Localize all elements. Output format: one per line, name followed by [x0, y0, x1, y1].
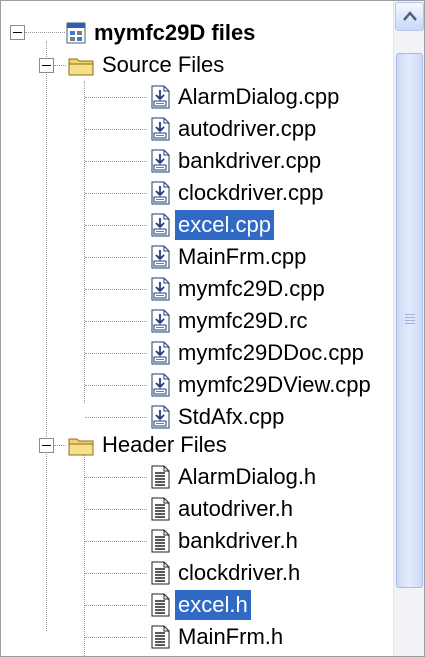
- file-label: autodriver.cpp: [178, 116, 317, 141]
- tree-line: [85, 637, 147, 638]
- cpp-file-icon: [151, 213, 170, 237]
- file-label: MainFrm.cpp: [178, 244, 307, 269]
- tree-line: [85, 97, 147, 98]
- file-item[interactable]: autodriver.h: [149, 493, 296, 525]
- header-file-icon: [151, 561, 170, 585]
- folder-source-files[interactable]: Source Files: [67, 49, 227, 81]
- tree-line: [54, 65, 66, 66]
- file-item[interactable]: AlarmDialog.h: [149, 461, 319, 493]
- tree-line: [85, 509, 147, 510]
- file-item[interactable]: mymfc29DDoc.cpp: [149, 337, 367, 369]
- vertical-scrollbar[interactable]: [393, 1, 424, 656]
- source-files-collapse-toggle[interactable]: [39, 58, 54, 73]
- tree-line: [85, 573, 147, 574]
- cpp-file-icon: [151, 181, 170, 205]
- cpp-file-icon: [151, 85, 170, 109]
- file-label: StdAfx.cpp: [178, 404, 285, 429]
- tree-root[interactable]: mymfc29D files: [65, 17, 258, 49]
- tree-line: [54, 445, 66, 446]
- tree-line: [85, 193, 147, 194]
- file-label: bankdriver.h: [178, 528, 298, 553]
- header-file-icon: [151, 625, 170, 649]
- header-file-icon: [151, 593, 170, 617]
- file-label: AlarmDialog.cpp: [178, 84, 340, 109]
- tree-line: [85, 161, 147, 162]
- file-item[interactable]: excel.cpp: [149, 209, 274, 241]
- file-label: mymfc29DView.cpp: [178, 372, 371, 397]
- selected-file-label: excel.h: [175, 590, 251, 620]
- tree-line: [85, 385, 147, 386]
- folder-icon: [68, 438, 94, 456]
- tree-line: [85, 353, 147, 354]
- scrollbar-thumb[interactable]: [396, 53, 423, 588]
- root-label: mymfc29D files: [94, 20, 256, 45]
- cpp-file-icon: [151, 277, 170, 301]
- file-label: mymfc29DDoc.cpp: [178, 340, 364, 365]
- file-item[interactable]: bankdriver.cpp: [149, 145, 324, 177]
- folder-header-files[interactable]: Header Files: [67, 429, 230, 461]
- file-item[interactable]: MainFrm.h: [149, 621, 286, 653]
- tree-line: [85, 321, 147, 322]
- tree-line: [85, 129, 147, 130]
- tree-line: [25, 32, 65, 33]
- header-files-collapse-toggle[interactable]: [39, 438, 54, 453]
- tree-line: [85, 541, 147, 542]
- file-label: AlarmDialog.h: [178, 464, 317, 489]
- file-item[interactable]: AlarmDialog.cpp: [149, 81, 342, 113]
- file-item[interactable]: mymfc29D.rc: [149, 305, 311, 337]
- file-label: MainFrm.h: [178, 624, 284, 649]
- tree-line: [85, 289, 147, 290]
- cpp-file-icon: [151, 341, 170, 365]
- root-collapse-toggle[interactable]: [10, 25, 25, 40]
- file-label: clockdriver.h: [178, 560, 301, 585]
- project-icon: [66, 22, 86, 44]
- cpp-file-icon: [151, 405, 170, 429]
- file-item[interactable]: mymfc29D.cpp: [149, 273, 328, 305]
- tree-line: [85, 225, 147, 226]
- tree-line: [85, 417, 147, 418]
- folder-icon: [68, 58, 94, 76]
- scroll-up-button[interactable]: [395, 2, 424, 31]
- tree-line: [85, 605, 147, 606]
- tree-line: [85, 477, 147, 478]
- file-item[interactable]: autodriver.cpp: [149, 113, 319, 145]
- file-item[interactable]: clockdriver.h: [149, 557, 303, 589]
- header-file-icon: [151, 497, 170, 521]
- file-view-panel: mymfc29D files Source Files AlarmDialog.…: [0, 0, 425, 657]
- file-label: autodriver.h: [178, 496, 293, 521]
- file-label: mymfc29D.rc: [178, 308, 308, 333]
- cpp-file-icon: [151, 149, 170, 173]
- tree-line: [85, 257, 147, 258]
- header-file-icon: [151, 465, 170, 489]
- cpp-file-icon: [151, 245, 170, 269]
- file-item[interactable]: excel.h: [149, 589, 251, 621]
- selected-file-label: excel.cpp: [175, 210, 274, 240]
- folder-label: Source Files: [102, 52, 225, 77]
- file-tree: mymfc29D files Source Files AlarmDialog.…: [1, 1, 391, 656]
- file-item[interactable]: clockdriver.cpp: [149, 177, 327, 209]
- arrow-up-icon: [403, 11, 417, 21]
- cpp-file-icon: [151, 309, 170, 333]
- file-label: clockdriver.cpp: [178, 180, 324, 205]
- file-item[interactable]: mymfc29DView.cpp: [149, 369, 374, 401]
- file-item[interactable]: bankdriver.h: [149, 525, 301, 557]
- cpp-file-icon: [151, 373, 170, 397]
- file-label: mymfc29D.cpp: [178, 276, 325, 301]
- cpp-file-icon: [151, 117, 170, 141]
- tree-line: [84, 453, 85, 656]
- header-file-icon: [151, 529, 170, 553]
- file-item[interactable]: MainFrm.cpp: [149, 241, 309, 273]
- file-label: bankdriver.cpp: [178, 148, 322, 173]
- folder-label: Header Files: [102, 432, 227, 457]
- tree-line: [46, 41, 47, 631]
